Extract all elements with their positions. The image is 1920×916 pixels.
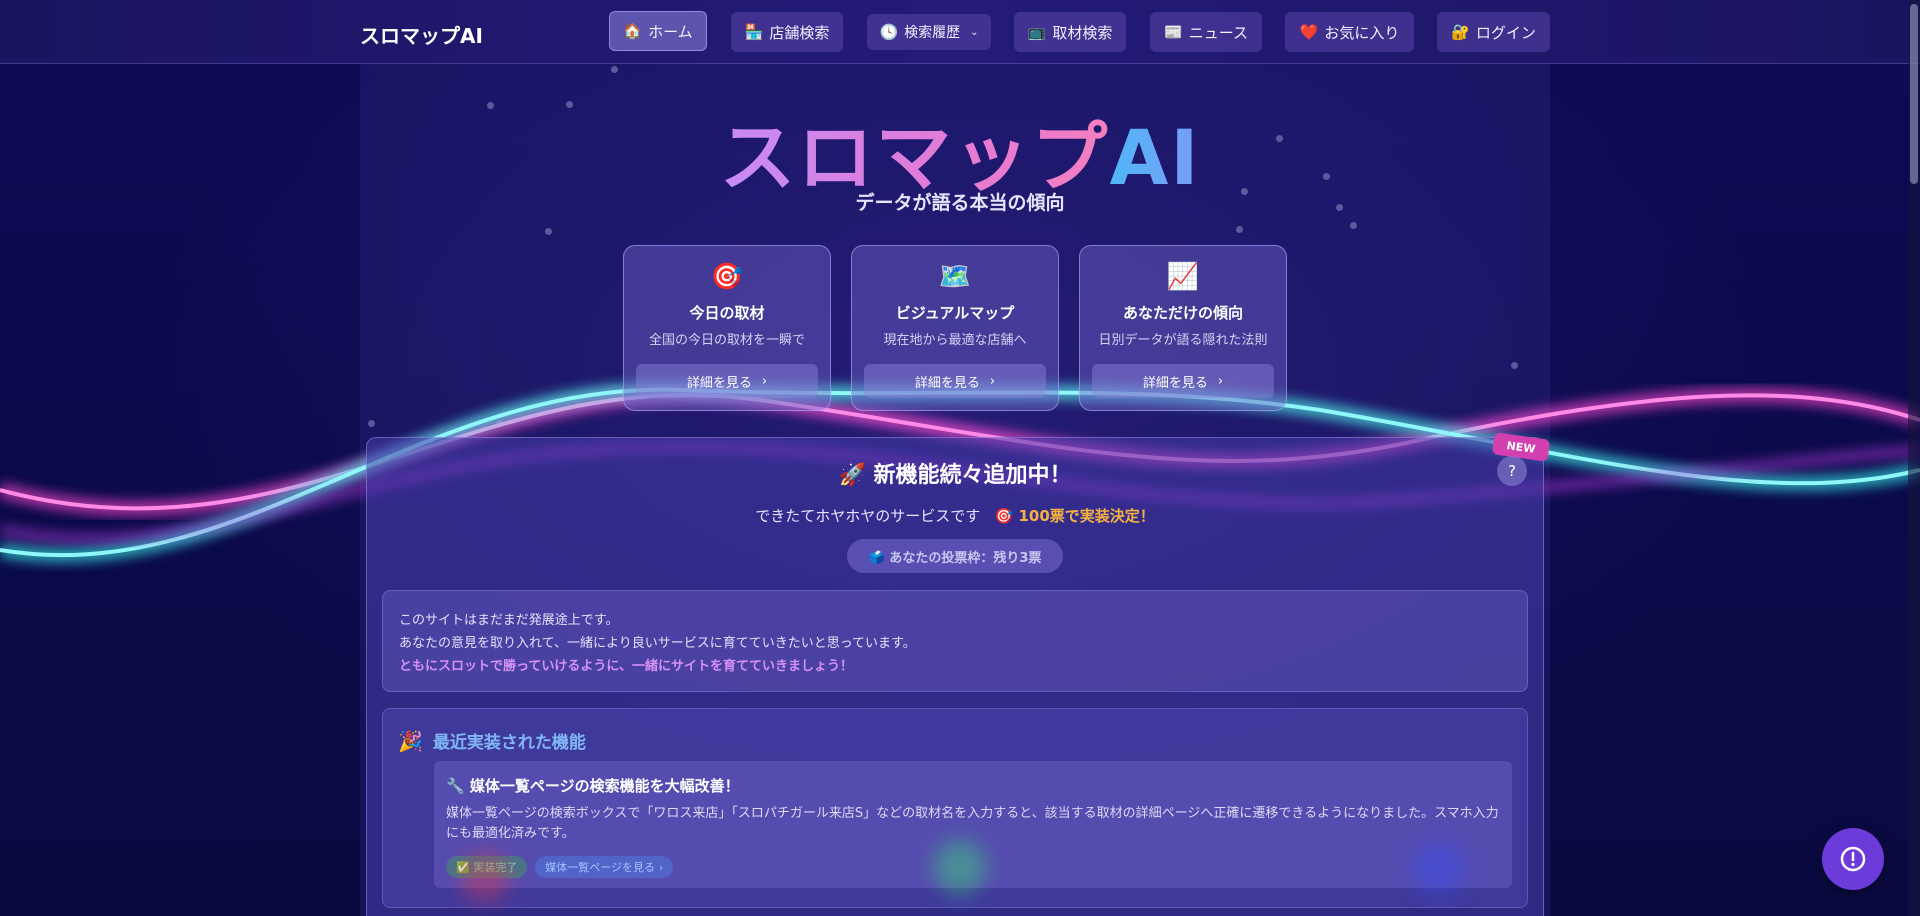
clock-icon: 🕓 bbox=[879, 23, 899, 41]
nav-label: お気に入り bbox=[1324, 23, 1400, 42]
card-description: 全国の今日の取材を一瞬で bbox=[648, 333, 805, 348]
nav-label: ログイン bbox=[1475, 23, 1536, 42]
chevron-down-icon: ⌄ bbox=[970, 26, 979, 38]
nav-label: 店舗検索 bbox=[769, 23, 830, 42]
brand-logo[interactable]: スロマップAI bbox=[360, 20, 483, 49]
recent-features-heading: 🎉 最近実装された機能 bbox=[398, 728, 586, 754]
nav-news[interactable]: 📰 ニュース bbox=[1150, 12, 1262, 52]
card-description: 現在地から最適な店舗へ bbox=[883, 333, 1027, 348]
nav-login[interactable]: 🔐 ログイン bbox=[1437, 12, 1550, 52]
card-detail-button[interactable]: 詳細を見る › bbox=[1092, 364, 1274, 398]
chart-up-icon: 📈 bbox=[1166, 262, 1200, 292]
link-label: 媒体一覧ページを見る bbox=[545, 861, 655, 874]
nav-coverage-search[interactable]: 📺 取材検索 bbox=[1014, 12, 1126, 52]
feedback-fab[interactable] bbox=[1822, 828, 1884, 890]
info-line: このサイトはまだまだ発展途上です。 bbox=[399, 613, 619, 628]
card-detail-button[interactable]: 詳細を見る › bbox=[864, 364, 1046, 398]
button-label: 詳細を見る bbox=[686, 375, 752, 391]
vote-quota-pill: 🗳️ あなたの投票枠：残り3票 bbox=[847, 539, 1063, 573]
card-title: あなただけの傾向 bbox=[1122, 304, 1243, 322]
chevron-right-icon: › bbox=[1217, 373, 1224, 389]
nav-label: ホーム bbox=[648, 22, 693, 41]
vote-goal-highlight: 🎯 100票で実装決定！ bbox=[994, 507, 1155, 525]
home-icon: 🏠 bbox=[623, 22, 643, 40]
card-title: ビジュアルマップ bbox=[895, 304, 1015, 322]
nav-store-search[interactable]: 🏪 店舗検索 bbox=[731, 12, 843, 52]
feature-title: 🔧 媒体一覧ページの検索機能を大幅改善！ bbox=[446, 777, 740, 795]
tv-icon: 📺 bbox=[1027, 23, 1047, 41]
chevron-right-icon: › bbox=[658, 860, 664, 874]
info-line: あなたの意見を取り入れて、一緒により良いサービスに育てていきたいと思っています。 bbox=[399, 636, 916, 651]
chevron-right-icon: › bbox=[761, 373, 768, 389]
party-popper-icon: 🎉 bbox=[398, 728, 423, 753]
scrollbar-thumb[interactable] bbox=[1910, 4, 1918, 184]
feature-card-visual-map[interactable]: 🗺️ ビジュアルマップ 現在地から最適な店舗へ 詳細を見る › bbox=[851, 245, 1059, 411]
button-label: 詳細を見る bbox=[1142, 375, 1208, 391]
target-icon: 🎯 bbox=[710, 262, 744, 292]
card-detail-button[interactable]: 詳細を見る › bbox=[636, 364, 818, 398]
info-line-highlight: ともにスロットで勝っていけるように、一緒にサイトを育てていきましょう！ bbox=[399, 659, 853, 674]
chevron-right-icon: › bbox=[989, 373, 996, 389]
alert-circle-icon bbox=[1840, 846, 1866, 872]
feature-card-your-trends[interactable]: 📈 あなただけの傾向 日別データが語る隠れた法則 詳細を見る › bbox=[1079, 245, 1287, 411]
development-info-box: このサイトはまだまだ発展途上です。 あなたの意見を取り入れて、一緒により良いサー… bbox=[382, 590, 1528, 692]
feature-card-today-coverage[interactable]: 🎯 今日の取材 全国の今日の取材を一瞬で 詳細を見る › bbox=[623, 245, 831, 411]
nav-label: 取材検索 bbox=[1052, 23, 1113, 42]
card-title: 今日の取材 bbox=[689, 304, 765, 322]
card-description: 日別データが語る隠れた法則 bbox=[1098, 333, 1268, 348]
nav-label: ニュース bbox=[1188, 23, 1248, 42]
decor-dot bbox=[1236, 226, 1243, 233]
decor-glow-blue bbox=[1413, 842, 1465, 894]
map-icon: 🗺️ bbox=[938, 262, 972, 292]
lock-icon: 🔐 bbox=[1451, 23, 1470, 41]
heart-icon: ❤️ bbox=[1299, 23, 1319, 41]
announcement-subtitle: できたてホヤホヤのサービスです 🎯 100票で実装決定！ bbox=[366, 505, 1544, 526]
announcement-title: 🚀 新機能続々追加中！ bbox=[838, 463, 1072, 488]
decor-dot bbox=[1350, 222, 1357, 229]
section-title: 最近実装された機能 bbox=[432, 733, 586, 753]
nav-home[interactable]: 🏠 ホーム bbox=[609, 11, 707, 51]
nav-label: 検索履歴 bbox=[904, 25, 961, 41]
nav-favorites[interactable]: ❤️ お気に入り bbox=[1285, 12, 1414, 52]
hero-subtitle: データが語る本当の傾向 bbox=[855, 192, 1065, 214]
newspaper-icon: 📰 bbox=[1164, 23, 1183, 41]
decor-dot bbox=[611, 66, 618, 73]
decor-glow-green bbox=[933, 840, 987, 894]
decor-dot bbox=[545, 228, 552, 235]
feature-description: 媒体一覧ページの検索ボックスで「ワロス来店」「スロパチガール来店S」などの取材名… bbox=[446, 806, 1499, 841]
media-list-link[interactable]: 媒体一覧ページを見る › bbox=[535, 856, 674, 878]
store-icon: 🏪 bbox=[744, 23, 764, 41]
nav-search-history-dropdown[interactable]: 🕓 検索履歴 ⌄ bbox=[867, 14, 991, 50]
subtitle-text: できたてホヤホヤのサービスです bbox=[755, 507, 981, 525]
decor-glow-red bbox=[460, 852, 510, 902]
button-label: 詳細を見る bbox=[914, 375, 980, 391]
